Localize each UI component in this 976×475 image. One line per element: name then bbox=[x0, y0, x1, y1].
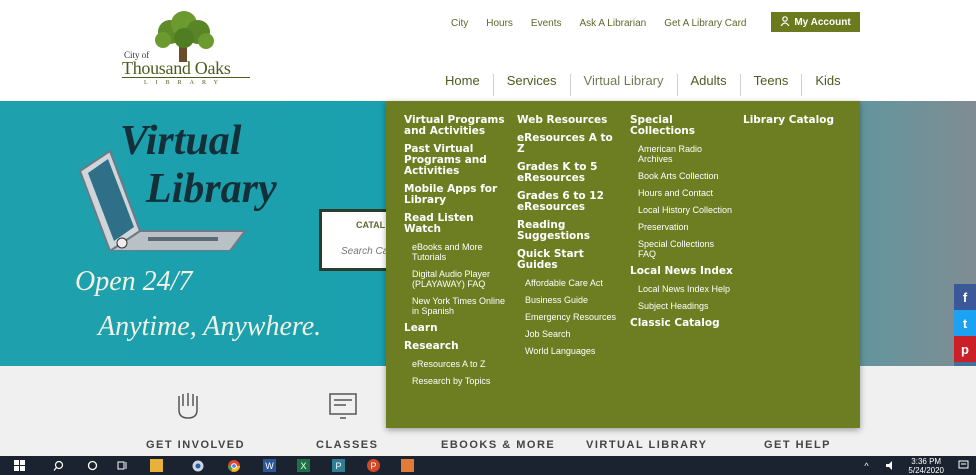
quick-link-virtual-library[interactable]: VIRTUAL LIBRARY bbox=[586, 439, 708, 451]
publisher-icon[interactable]: P bbox=[332, 459, 345, 472]
dropdown-heading-link[interactable]: Past Virtual Programs and Activities bbox=[404, 144, 506, 177]
task-view-icon[interactable] bbox=[116, 459, 129, 472]
dropdown-sub-link[interactable]: Hours and Contact bbox=[638, 188, 734, 198]
chrome-icon[interactable] bbox=[227, 459, 240, 472]
quick-link-classes[interactable]: CLASSES bbox=[316, 439, 378, 451]
speaker-icon[interactable] bbox=[884, 459, 897, 472]
dropdown-sub-link[interactable]: Research by Topics bbox=[412, 376, 506, 386]
dropdown-sub-link[interactable]: Subject Headings bbox=[638, 301, 734, 311]
dropdown-column-1: Virtual Programs and Activities Past Virt… bbox=[404, 115, 506, 393]
eye-app-icon[interactable] bbox=[191, 459, 204, 472]
dropdown-heading-link[interactable]: Web Resources bbox=[517, 115, 619, 126]
word-icon[interactable]: W bbox=[263, 459, 276, 472]
dropdown-heading-link[interactable]: Grades K to 5 eResources bbox=[517, 162, 619, 184]
main-nav: Home Services Virtual Library Adults Tee… bbox=[432, 74, 854, 98]
dropdown-sub-link[interactable]: Business Guide bbox=[525, 295, 619, 305]
windows-taskbar: W X P P ^ 3:36 PM 5/24/2020 bbox=[0, 456, 976, 475]
dropdown-column-4: Library Catalog bbox=[743, 115, 853, 133]
nav-services[interactable]: Services bbox=[494, 74, 571, 96]
dropdown-heading-link[interactable]: Grades 6 to 12 eResources bbox=[517, 191, 619, 213]
utility-nav: City Hours Events Ask A Librarian Get A … bbox=[451, 18, 764, 29]
site-header: City of Thousand Oaks LIBRARY City Hours… bbox=[0, 0, 976, 101]
dropdown-sub-link[interactable]: Preservation bbox=[638, 222, 734, 232]
windows-start-icon[interactable] bbox=[13, 459, 26, 472]
search-icon[interactable] bbox=[52, 459, 65, 472]
dropdown-sub-link[interactable]: New York Times Online in Spanish bbox=[412, 296, 506, 316]
hero-anytime-anywhere: Anytime, Anywhere. bbox=[98, 311, 322, 342]
catalog-search-box: CATAL Search Cat bbox=[319, 209, 391, 271]
dropdown-heading-link[interactable]: Read Listen Watch bbox=[404, 213, 506, 235]
hero-title-library: Library bbox=[146, 166, 277, 212]
my-account-button[interactable]: My Account bbox=[771, 12, 860, 32]
logo-rule bbox=[122, 77, 250, 78]
cortana-icon[interactable] bbox=[86, 459, 99, 472]
dropdown-heading-link[interactable]: Virtual Programs and Activities bbox=[404, 115, 506, 137]
file-explorer-icon[interactable] bbox=[150, 459, 163, 472]
dropdown-column-2: Web Resources eResources A to Z Grades K t… bbox=[517, 115, 619, 363]
utility-link-events[interactable]: Events bbox=[531, 18, 562, 29]
notification-icon[interactable] bbox=[957, 459, 970, 472]
dropdown-sub-link[interactable]: Local News Index Help bbox=[638, 284, 734, 294]
dropdown-heading-link[interactable]: Quick Start Guides bbox=[517, 249, 619, 271]
library-logo[interactable]: City of Thousand Oaks LIBRARY bbox=[118, 10, 254, 86]
nav-home[interactable]: Home bbox=[432, 74, 494, 96]
facebook-icon[interactable]: f bbox=[954, 284, 976, 310]
hero-open-247: Open 24/7 bbox=[75, 266, 193, 297]
dropdown-sub-link[interactable]: eBooks and More Tutorials bbox=[412, 242, 506, 262]
pinterest-icon[interactable]: p bbox=[954, 336, 976, 362]
nav-adults[interactable]: Adults bbox=[678, 74, 741, 96]
quick-link-ebooks-more[interactable]: EBOOKS & MORE bbox=[441, 439, 555, 451]
hero-title-virtual: Virtual bbox=[120, 118, 242, 164]
nav-teens[interactable]: Teens bbox=[741, 74, 803, 96]
dropdown-sub-link[interactable]: Local History Collection bbox=[638, 205, 734, 215]
utility-link-ask-librarian[interactable]: Ask A Librarian bbox=[580, 18, 647, 29]
dropdown-heading-link[interactable]: eResources A to Z bbox=[517, 133, 619, 155]
quick-link-get-help[interactable]: GET HELP bbox=[764, 439, 831, 451]
dropdown-sub-link[interactable]: eResources A to Z bbox=[412, 359, 506, 369]
paint-icon[interactable] bbox=[401, 459, 414, 472]
nav-kids[interactable]: Kids bbox=[802, 74, 853, 96]
twitter-icon[interactable]: t bbox=[954, 310, 976, 336]
dropdown-sub-link[interactable]: Job Search bbox=[525, 329, 619, 339]
virtual-library-dropdown: Virtual Programs and Activities Past Virt… bbox=[386, 101, 860, 428]
utility-link-hours[interactable]: Hours bbox=[486, 18, 513, 29]
excel-icon[interactable]: X bbox=[297, 459, 310, 472]
powerpoint-icon[interactable]: P bbox=[367, 459, 380, 472]
utility-link-city[interactable]: City bbox=[451, 18, 468, 29]
my-account-label: My Account bbox=[794, 16, 851, 28]
chevron-up-icon[interactable]: ^ bbox=[860, 459, 873, 472]
dropdown-sub-link[interactable]: Emergency Resources bbox=[525, 312, 619, 322]
dropdown-sub-link[interactable]: Special Collections FAQ bbox=[638, 239, 734, 259]
dropdown-heading-link[interactable]: Mobile Apps for Library bbox=[404, 184, 506, 206]
dropdown-heading-link[interactable]: Classic Catalog bbox=[630, 318, 734, 329]
nav-virtual-library[interactable]: Virtual Library bbox=[571, 74, 678, 96]
dropdown-heading-link[interactable]: Reading Suggestions bbox=[517, 220, 619, 242]
presentation-board-icon[interactable] bbox=[326, 390, 360, 424]
logo-library: LIBRARY bbox=[144, 80, 227, 86]
dropdown-heading-link[interactable]: Special Collections bbox=[630, 115, 734, 137]
catalog-search-input[interactable]: Search Cat bbox=[341, 246, 391, 257]
clock-time: 3:36 PM bbox=[911, 457, 942, 466]
dropdown-sub-link[interactable]: American Radio Archives bbox=[638, 144, 734, 164]
utility-link-library-card[interactable]: Get A Library Card bbox=[664, 18, 746, 29]
hands-raised-icon[interactable] bbox=[171, 390, 205, 424]
logo-name: Thousand Oaks bbox=[122, 58, 231, 78]
user-icon bbox=[780, 15, 790, 29]
dropdown-heading-link[interactable]: Learn bbox=[404, 323, 506, 334]
dropdown-sub-link[interactable]: Affordable Care Act bbox=[525, 278, 619, 288]
dropdown-column-3: Special Collections American Radio Archiv… bbox=[630, 115, 734, 336]
dropdown-sub-link[interactable]: Digital Audio Player (PLAYAWAY) FAQ bbox=[412, 269, 506, 289]
taskbar-clock[interactable]: 3:36 PM 5/24/2020 bbox=[908, 457, 944, 475]
dropdown-sub-link[interactable]: Book Arts Collection bbox=[638, 171, 734, 181]
dropdown-heading-link[interactable]: Library Catalog bbox=[743, 115, 853, 126]
dropdown-sub-link[interactable]: World Languages bbox=[525, 346, 619, 356]
dropdown-heading-link[interactable]: Research bbox=[404, 341, 506, 352]
catalog-label: CATAL bbox=[356, 220, 386, 230]
quick-link-get-involved[interactable]: GET INVOLVED bbox=[146, 439, 245, 451]
clock-date: 5/24/2020 bbox=[908, 466, 944, 475]
social-bar: f t p ◎ ▶ bbox=[954, 284, 976, 366]
dropdown-heading-link[interactable]: Local News Index bbox=[630, 266, 734, 277]
